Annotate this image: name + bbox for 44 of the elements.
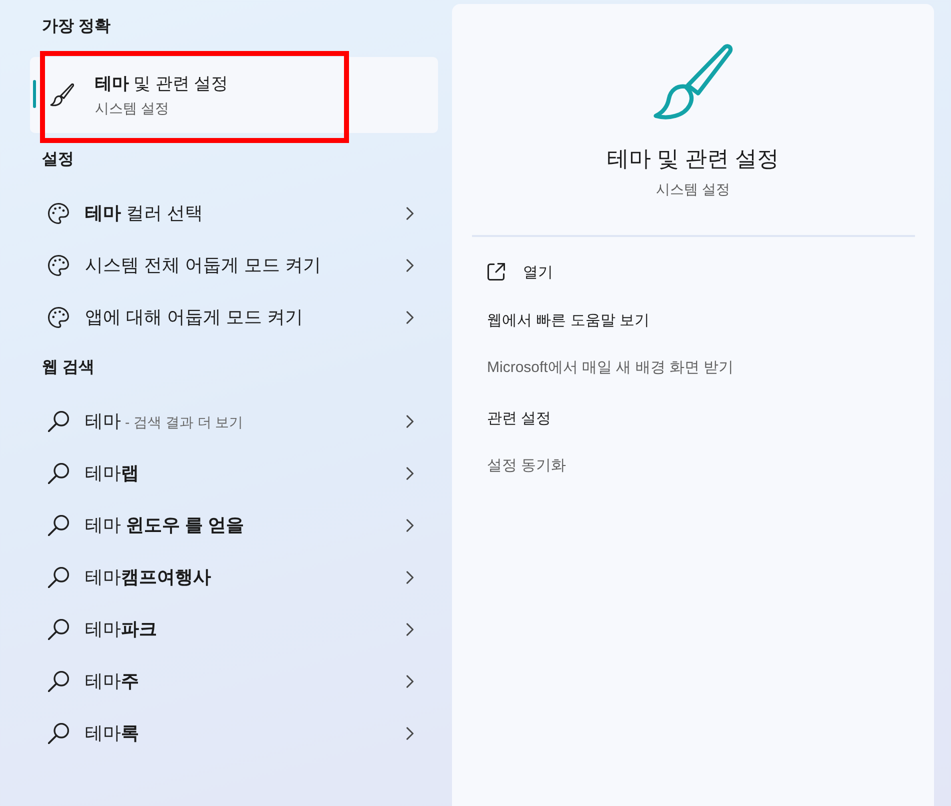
open-action[interactable]: 열기 xyxy=(487,251,553,293)
search-icon xyxy=(48,462,69,484)
palette-icon xyxy=(48,202,69,224)
web-search-result[interactable]: 테마록 xyxy=(48,707,420,759)
chevron-icon xyxy=(406,518,414,532)
search-icon xyxy=(48,514,69,536)
chevron-icon xyxy=(406,726,414,740)
web-search-result[interactable]: 테마캠프여행사 xyxy=(48,551,420,603)
best-match-item[interactable]: 테마 및 관련 설정 시스템 설정 xyxy=(30,57,438,133)
open-external-icon xyxy=(487,263,505,281)
help-link[interactable]: 설정 동기화 xyxy=(487,443,566,489)
section-heading: 설정 xyxy=(42,150,74,170)
result-subtitle: 시스템 설정 xyxy=(95,100,169,118)
chevron-icon xyxy=(406,674,414,688)
web-search-result[interactable]: 테마주 xyxy=(48,655,420,707)
chevron-icon xyxy=(406,466,414,480)
palette-icon xyxy=(48,306,69,328)
web-search-result[interactable]: 테마 윈도우 를 얻을 xyxy=(48,499,420,551)
web-search-result[interactable]: 테마파크 xyxy=(48,603,420,655)
search-icon xyxy=(48,722,69,744)
chevron-icon xyxy=(406,570,414,584)
search-icon xyxy=(48,670,69,692)
section-heading: 웹 검색 xyxy=(42,358,94,378)
search-icon xyxy=(48,566,69,588)
help-link[interactable]: Microsoft에서 매일 새 배경 화면 받기 xyxy=(487,345,734,391)
result-title: 테마 및 관련 설정 xyxy=(95,73,228,95)
settings-result[interactable]: 시스템 전체 어둡게 모드 켜기 xyxy=(48,239,420,291)
section-heading: 가장 정확 xyxy=(42,17,110,37)
chevron-icon xyxy=(406,258,414,272)
detail-title: 테마 및 관련 설정 xyxy=(606,145,780,173)
section-title: 관련 설정 xyxy=(487,409,552,429)
chevron-icon xyxy=(406,206,414,220)
web-search-result[interactable]: 테마랩 xyxy=(48,447,420,499)
settings-result[interactable]: 앱에 대해 어둡게 모드 켜기 xyxy=(48,291,420,343)
settings-result[interactable]: 테마 컬러 선택 xyxy=(48,187,420,239)
chevron-icon xyxy=(406,622,414,636)
web-search-result[interactable]: 테마 - 검색 결과 더 보기 xyxy=(48,395,420,447)
section-title: 웹에서 빠른 도움말 보기 xyxy=(487,311,650,331)
chevron-icon xyxy=(406,414,414,428)
palette-icon xyxy=(48,254,69,276)
search-icon xyxy=(48,618,69,640)
detail-subtitle: 시스템 설정 xyxy=(656,181,730,199)
search-icon xyxy=(48,410,69,432)
chevron-icon xyxy=(406,310,414,324)
